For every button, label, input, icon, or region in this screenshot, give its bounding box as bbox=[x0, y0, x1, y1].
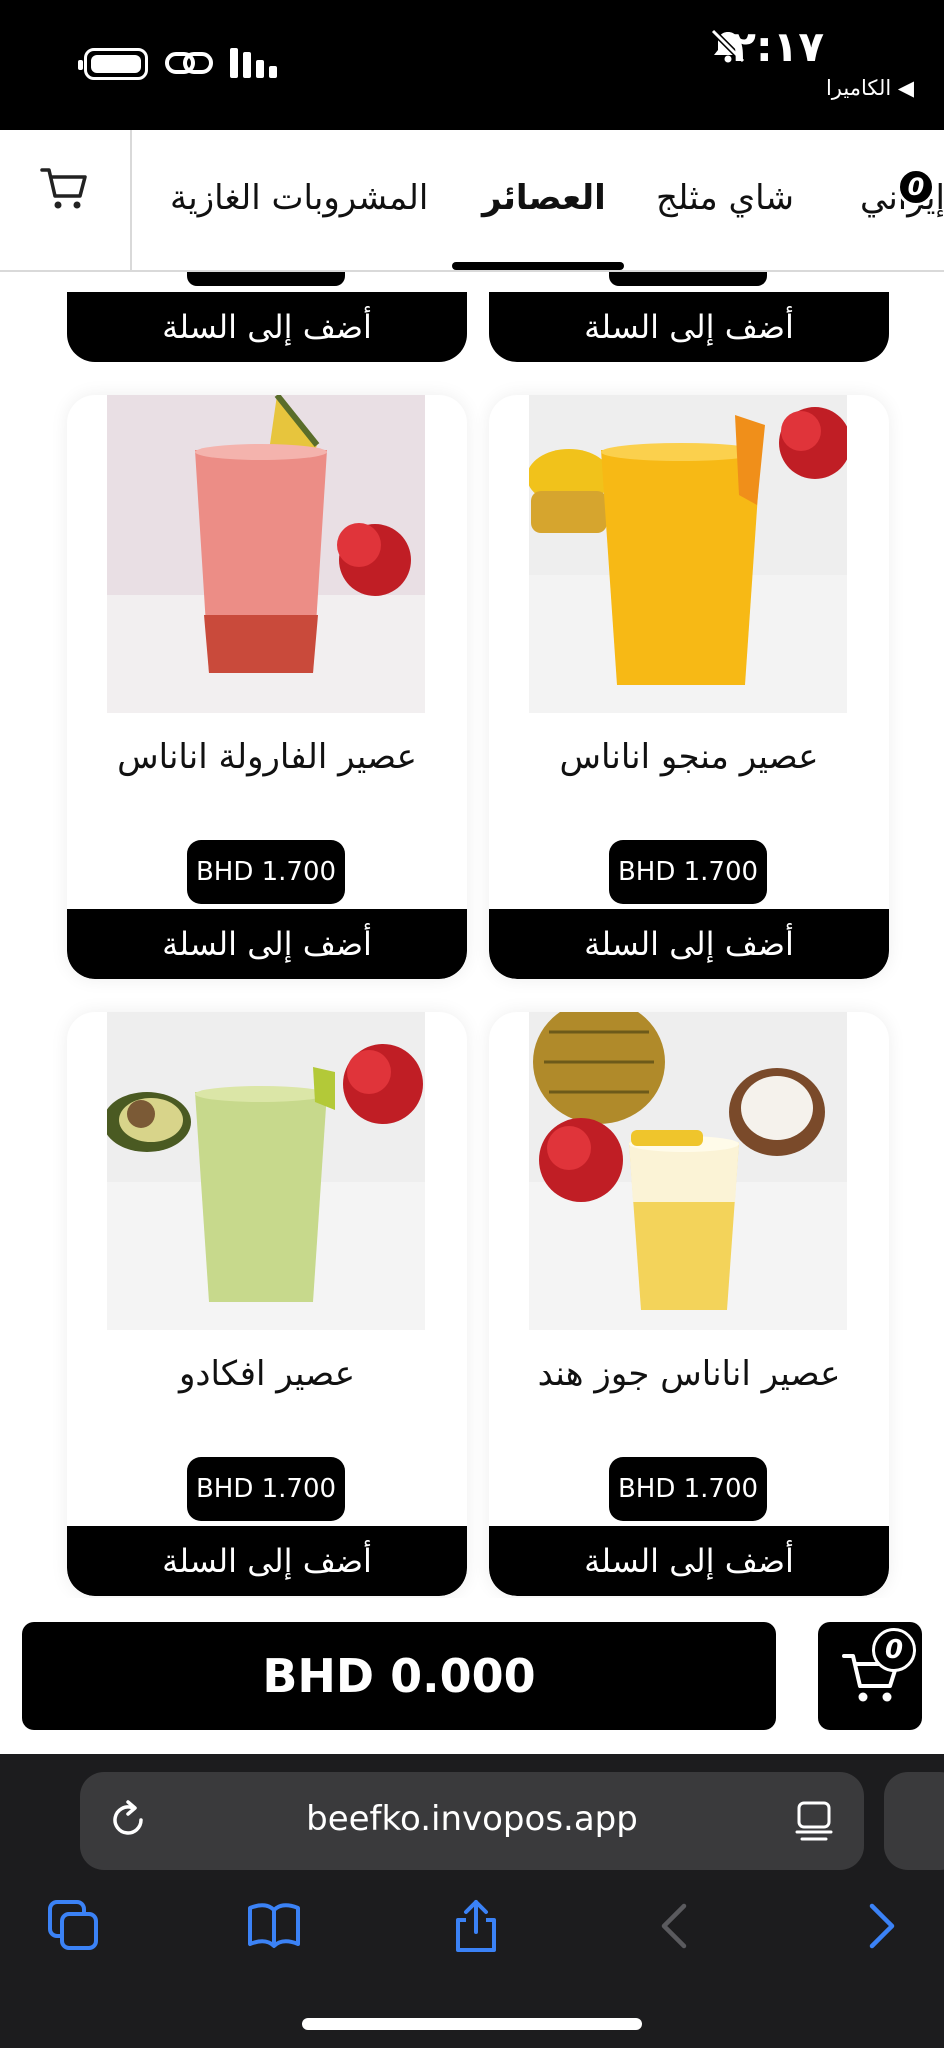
reader-mode-icon[interactable] bbox=[794, 1800, 834, 1842]
share-icon[interactable] bbox=[448, 1898, 504, 1954]
battery-icon bbox=[78, 48, 148, 80]
add-to-cart-button[interactable]: أضف إلى السلة bbox=[489, 1526, 889, 1596]
price-pill bbox=[609, 272, 767, 286]
strawberry-pineapple-juice-image bbox=[107, 395, 425, 713]
price-pill: BHD 1.700 bbox=[609, 1457, 767, 1521]
active-tab-indicator bbox=[452, 262, 624, 270]
product-card[interactable]: عصير اناناس جوز هند BHD 1.700 أضف إلى ال… bbox=[489, 1012, 889, 1596]
product-card-partial: أضف إلى السلة bbox=[489, 272, 889, 362]
url-text: beefko.invopos.app bbox=[306, 1799, 638, 1839]
price-pill: BHD 1.700 bbox=[609, 840, 767, 904]
price-pill: BHD 1.700 bbox=[187, 1457, 345, 1521]
signal-icon bbox=[230, 48, 277, 78]
cart-count-badge: 0 bbox=[897, 168, 935, 206]
status-bar: ٢:١٧ ◀ الكاميرا bbox=[0, 0, 944, 130]
add-to-cart-button[interactable]: أضف إلى السلة bbox=[67, 909, 467, 979]
browser-chrome: beefko.invopos.app bbox=[0, 1754, 944, 2048]
add-to-cart-button[interactable]: أضف إلى السلة bbox=[67, 292, 467, 362]
add-to-cart-button[interactable]: أضف إلى السلة bbox=[67, 1526, 467, 1596]
product-name: عصير اناناس جوز هند bbox=[537, 1354, 841, 1394]
avocado-juice-image bbox=[107, 1012, 425, 1330]
link-icon bbox=[165, 52, 213, 74]
category-tabs: المشروبات الغازية العصائر شاي مثلج إيران… bbox=[132, 130, 944, 272]
add-to-cart-button[interactable]: أضف إلى السلة bbox=[489, 909, 889, 979]
next-tab-preview[interactable] bbox=[884, 1772, 944, 1870]
price-pill: BHD 1.700 bbox=[187, 840, 345, 904]
tab-juices[interactable]: العصائر bbox=[482, 178, 606, 218]
product-name: عصير الفارولة اناناس bbox=[117, 737, 417, 777]
category-nav: المشروبات الغازية العصائر شاي مثلج إيران… bbox=[0, 130, 944, 272]
back-to-camera-link[interactable]: ◀ الكاميرا bbox=[826, 76, 914, 100]
product-card-partial: أضف إلى السلة bbox=[67, 272, 467, 362]
product-card[interactable]: عصير افكادو BHD 1.700 أضف إلى السلة bbox=[67, 1012, 467, 1596]
back-icon[interactable] bbox=[648, 1898, 704, 1954]
forward-icon[interactable] bbox=[852, 1898, 908, 1954]
tab-iced-tea[interactable]: شاي مثلج bbox=[656, 178, 794, 218]
status-time: ٢:١٧ bbox=[730, 22, 824, 71]
checkout-total-button[interactable]: BHD 0.000 bbox=[22, 1622, 776, 1730]
screen: ٢:١٧ ◀ الكاميرا المشروبات الغازية العصائ… bbox=[0, 0, 944, 2048]
tabs-icon[interactable] bbox=[46, 1898, 102, 1954]
add-to-cart-button[interactable]: أضف إلى السلة bbox=[489, 292, 889, 362]
cart-count-badge: 0 bbox=[872, 1628, 916, 1672]
product-name: عصير افكادو bbox=[179, 1354, 355, 1394]
pineapple-coconut-juice-image bbox=[529, 1012, 847, 1330]
mango-pineapple-juice-image bbox=[529, 395, 847, 713]
product-card[interactable]: عصير الفارولة اناناس BHD 1.700 أضف إلى ا… bbox=[67, 395, 467, 979]
tab-soft-drinks[interactable]: المشروبات الغازية bbox=[170, 178, 428, 218]
product-card[interactable]: عصير منجو اناناس BHD 1.700 أضف إلى السلة bbox=[489, 395, 889, 979]
home-indicator[interactable] bbox=[302, 2018, 642, 2030]
address-bar[interactable]: beefko.invopos.app bbox=[80, 1772, 864, 1870]
bookmarks-icon[interactable] bbox=[246, 1898, 302, 1954]
price-pill bbox=[187, 272, 345, 286]
checkout-bar: BHD 0.000 bbox=[0, 1598, 944, 1754]
cart-icon[interactable] bbox=[40, 164, 88, 212]
product-name: عصير منجو اناناس bbox=[559, 737, 819, 777]
